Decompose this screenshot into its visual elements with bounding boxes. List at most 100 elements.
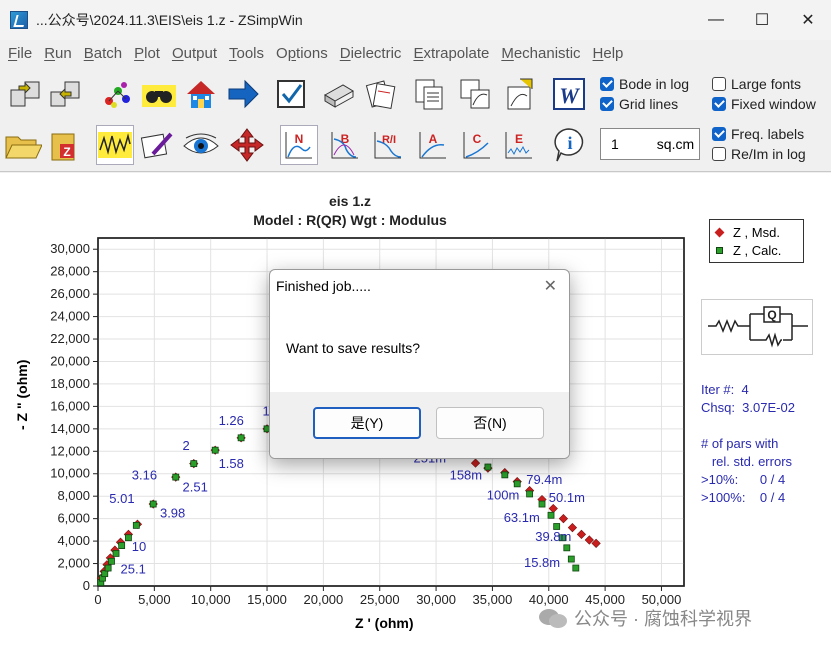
y-tick-label: 14,000 bbox=[50, 421, 90, 436]
print-icon[interactable] bbox=[320, 74, 358, 114]
svg-text:Z: Z bbox=[63, 145, 70, 159]
calculated-point bbox=[101, 570, 109, 578]
finished-job-dialog: Finished job..... ✕ Want to save results… bbox=[269, 269, 570, 459]
fixed-window-checkbox[interactable]: Fixed window bbox=[712, 96, 816, 112]
pars-header-2: rel. std. errors bbox=[701, 454, 793, 469]
menu-file[interactable]: File bbox=[8, 45, 32, 62]
x-tick-label: 10,000 bbox=[191, 592, 231, 607]
large-fonts-checkbox[interactable]: Large fonts bbox=[712, 76, 801, 92]
z-file-icon[interactable]: Z bbox=[46, 125, 84, 165]
calculated-point bbox=[237, 434, 245, 442]
watermark: 公众号 · 腐蚀科学视界 bbox=[538, 605, 752, 631]
title-bar: ...公众号\2024.11.3\EIS\eis 1.z - ZSimpWin … bbox=[0, 0, 831, 40]
svg-text:B: B bbox=[341, 132, 350, 146]
area-value: 1 bbox=[611, 136, 619, 152]
y-tick-label: 30,000 bbox=[50, 241, 90, 256]
run-arrow-icon[interactable] bbox=[224, 74, 262, 114]
menu-output[interactable]: Output bbox=[172, 45, 217, 62]
re-im-in-log-checkbox[interactable]: Re/Im in log bbox=[712, 146, 806, 162]
info-icon[interactable]: i bbox=[550, 125, 588, 165]
calculated-point bbox=[513, 480, 521, 488]
y-tick-label: 12,000 bbox=[50, 443, 90, 458]
close-button[interactable]: ✕ bbox=[785, 0, 831, 40]
menu-mechanistic[interactable]: Mechanistic bbox=[501, 45, 580, 62]
view-eye-icon[interactable] bbox=[182, 125, 220, 165]
copy-graph-icon[interactable] bbox=[456, 74, 494, 114]
capacitance-plot-icon[interactable]: C bbox=[458, 125, 496, 165]
frequency-label: 25.1 bbox=[121, 562, 146, 577]
pars-gt100: >100%: 0 / 4 bbox=[701, 490, 786, 505]
nyquist-plot-icon[interactable]: N bbox=[280, 125, 318, 165]
menu-dielectric[interactable]: Dielectric bbox=[340, 45, 402, 62]
wechat-icon bbox=[539, 609, 567, 628]
calculated-point bbox=[132, 521, 140, 529]
menu-bar: File Run Batch Plot Output Tools Options Dielec… bbox=[0, 40, 831, 66]
frequency-label: 1.58 bbox=[219, 456, 244, 471]
frequency-label: 63.1m bbox=[504, 510, 540, 525]
chi-square: Chsq: 3.07E-02 bbox=[701, 400, 795, 415]
open-data-icon[interactable] bbox=[6, 74, 44, 114]
no-button[interactable]: 否(N) bbox=[436, 407, 544, 439]
calculated-point bbox=[501, 471, 509, 479]
check-icon[interactable] bbox=[272, 74, 310, 114]
menu-extrapolate[interactable]: Extrapolate bbox=[413, 45, 489, 62]
calculated-point bbox=[567, 555, 575, 563]
freq-labels-checkbox[interactable]: Freq. labels bbox=[712, 126, 804, 142]
menu-tools[interactable]: Tools bbox=[229, 45, 264, 62]
menu-options[interactable]: Options bbox=[276, 45, 328, 62]
frequency-label: 50.1m bbox=[549, 490, 585, 505]
word-export-icon[interactable]: W bbox=[550, 74, 588, 114]
maximize-button[interactable]: ☐ bbox=[739, 0, 785, 40]
save-data-icon[interactable] bbox=[46, 74, 84, 114]
dialog-title: Finished job..... bbox=[276, 278, 371, 294]
y-tick-label: 6,000 bbox=[57, 511, 90, 526]
minimize-button[interactable]: — bbox=[693, 0, 739, 40]
frequency-label: 100m bbox=[487, 488, 520, 503]
frequency-label: 1.26 bbox=[219, 413, 244, 428]
model-builder-icon[interactable] bbox=[98, 74, 136, 114]
pars-gt10: >10%: 0 / 4 bbox=[701, 472, 786, 487]
frequency-label: 3.98 bbox=[160, 506, 185, 521]
legend-calculated: Z , Calc. bbox=[716, 243, 781, 258]
y-tick-label: 4,000 bbox=[57, 533, 90, 548]
fit-data-icon[interactable] bbox=[96, 125, 134, 165]
svg-text:E: E bbox=[515, 132, 523, 146]
x-tick-label: 5,000 bbox=[138, 592, 171, 607]
yes-button[interactable]: 是(Y) bbox=[313, 407, 421, 439]
grid-lines-checkbox[interactable]: Grid lines bbox=[600, 96, 678, 112]
admittance-plot-icon[interactable]: A bbox=[414, 125, 452, 165]
x-tick-label: 0 bbox=[94, 592, 101, 607]
bode-in-log-checkbox[interactable]: Bode in log bbox=[600, 76, 689, 92]
export-graph-icon[interactable] bbox=[500, 74, 538, 114]
y-tick-label: 10,000 bbox=[50, 466, 90, 481]
menu-plot[interactable]: Plot bbox=[134, 45, 160, 62]
calculated-marker-icon bbox=[716, 247, 723, 254]
frequency-label: 79.4m bbox=[526, 472, 562, 487]
menu-help[interactable]: Help bbox=[593, 45, 624, 62]
y-tick-label: 16,000 bbox=[50, 398, 90, 413]
print-preview-icon[interactable] bbox=[362, 74, 400, 114]
bode-plot-icon[interactable]: B bbox=[326, 125, 364, 165]
re-im-plot-icon[interactable]: R/I bbox=[370, 125, 408, 165]
y-tick-label: 18,000 bbox=[50, 376, 90, 391]
open-folder-icon[interactable] bbox=[4, 125, 42, 165]
edit-notes-icon[interactable] bbox=[138, 125, 176, 165]
y-tick-label: 0 bbox=[83, 578, 90, 593]
y-tick-label: 24,000 bbox=[50, 309, 90, 324]
search-binoculars-icon[interactable] bbox=[140, 74, 178, 114]
menu-batch[interactable]: Batch bbox=[84, 45, 122, 62]
area-unit: sq.cm bbox=[656, 136, 695, 152]
calculated-point bbox=[563, 544, 571, 552]
area-input[interactable]: 1 sq.cm bbox=[600, 128, 700, 160]
frequency-label: 2 bbox=[183, 438, 190, 453]
dialog-footer: 是(Y) 否(N) bbox=[270, 392, 569, 458]
dialog-close-icon[interactable]: ✕ bbox=[544, 276, 557, 296]
copy-icon[interactable] bbox=[410, 74, 448, 114]
calculated-point bbox=[547, 511, 555, 519]
menu-run[interactable]: Run bbox=[44, 45, 72, 62]
error-plot-icon[interactable]: E bbox=[500, 125, 538, 165]
x-tick-label: 25,000 bbox=[360, 592, 400, 607]
move-arrows-icon[interactable] bbox=[228, 125, 266, 165]
measured-marker-icon bbox=[714, 227, 725, 238]
home-icon[interactable] bbox=[182, 74, 220, 114]
